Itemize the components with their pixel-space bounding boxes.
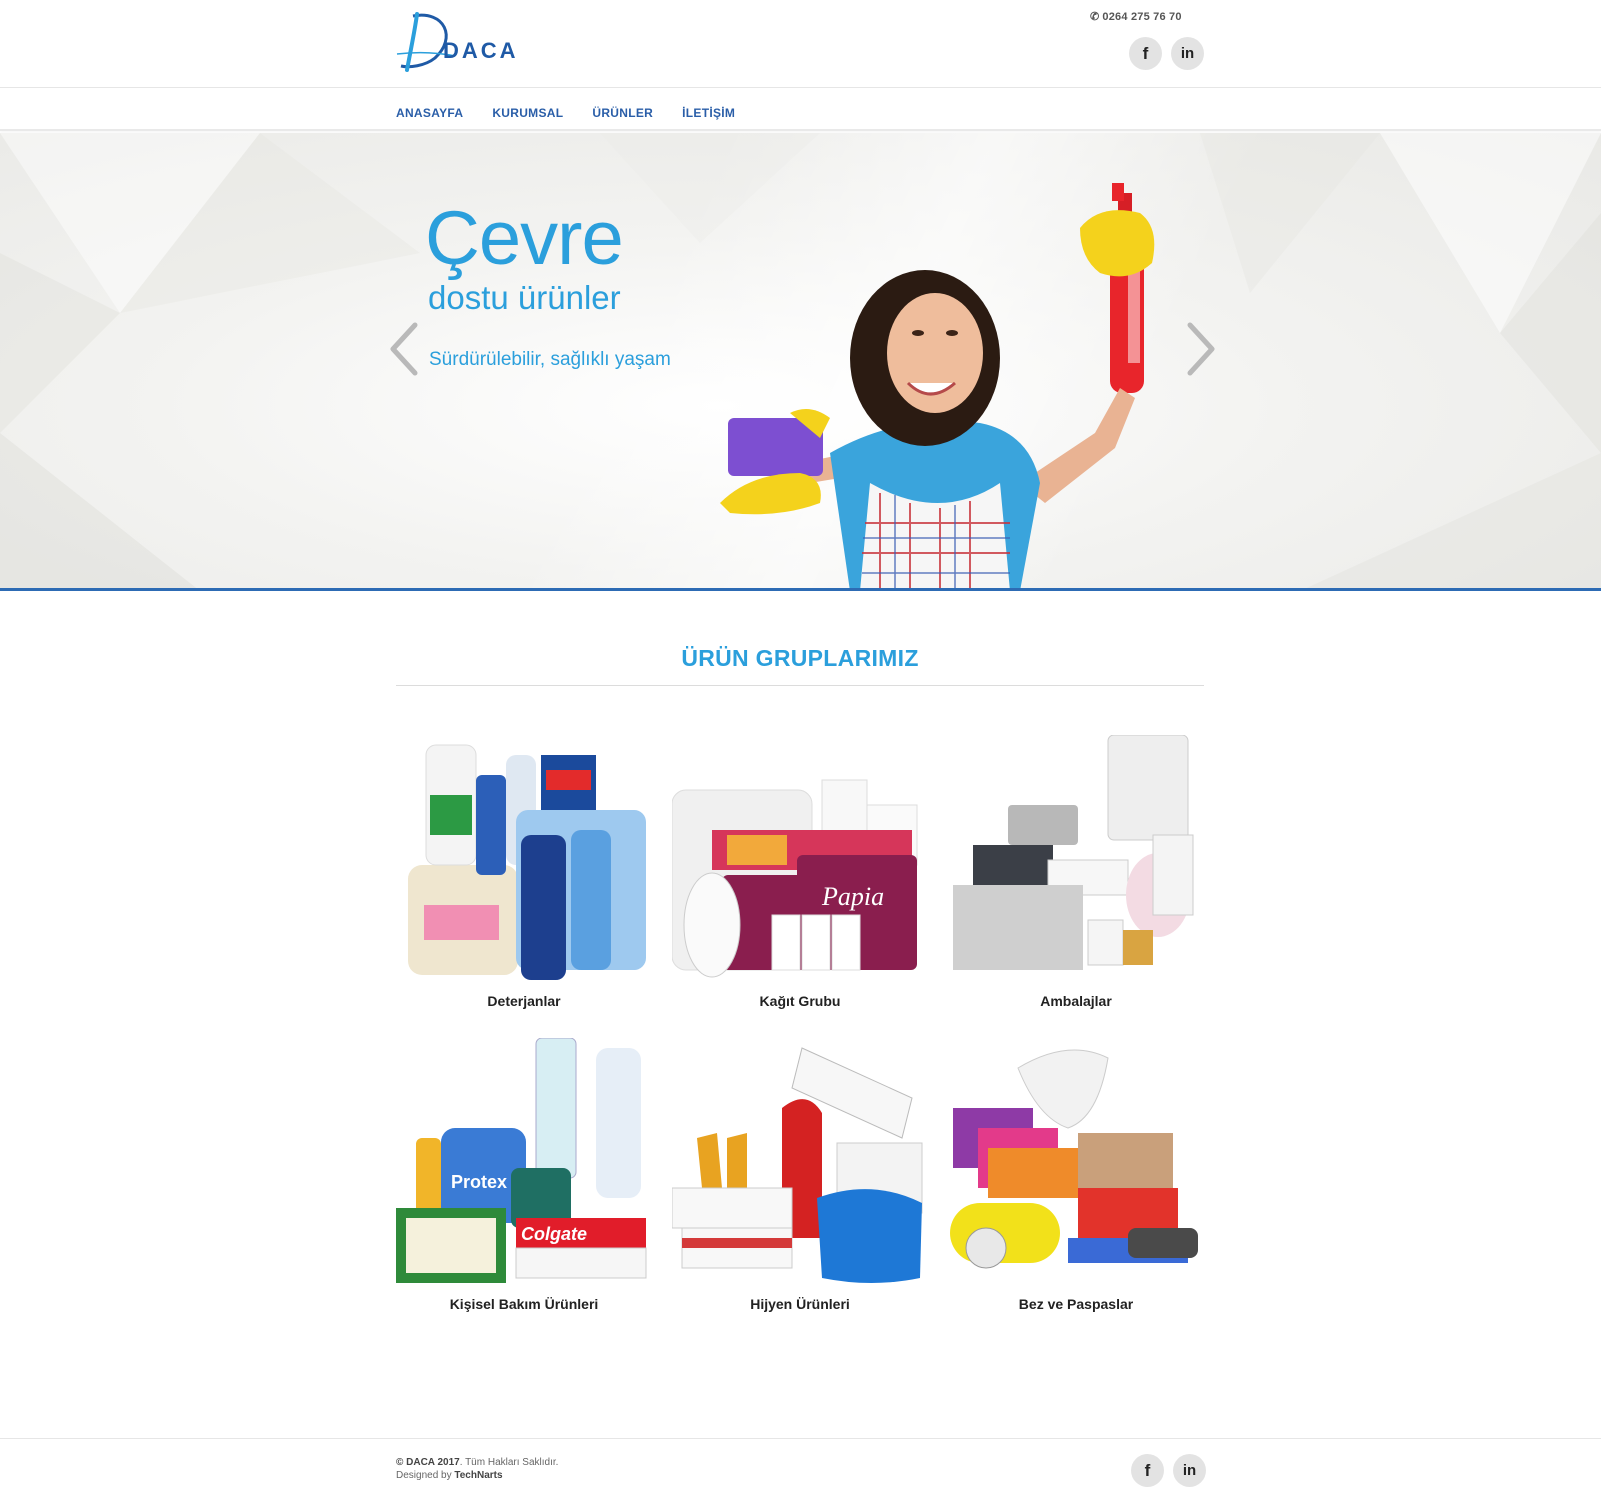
phone-number: ✆ 0264 275 76 70 <box>1090 10 1182 23</box>
svg-text:Colgate: Colgate <box>521 1224 587 1244</box>
nav-item-kurumsal[interactable]: KURUMSAL <box>492 106 563 120</box>
nav-item-iletisim[interactable]: İLETİŞİM <box>682 106 735 120</box>
personal-care-image: Protex Colgate <box>396 1037 647 1283</box>
nav-item-urunler[interactable]: ÜRÜNLER <box>592 106 653 120</box>
hero-subtitle: dostu ürünler <box>428 279 621 316</box>
product-card-deterjanlar[interactable]: Deterjanlar <box>396 735 652 1009</box>
site-logo[interactable]: DACA <box>395 8 565 74</box>
footer-social-links: f in <box>1131 1454 1206 1487</box>
product-label: Kişisel Bakım Ürünleri <box>449 1296 599 1312</box>
hero-cleaning-woman-image <box>720 183 1155 588</box>
product-card-bez-paspas[interactable]: Bez ve Paspaslar <box>948 1038 1204 1312</box>
site-footer: © DACA 2017. Tüm Hakları Saklıdır. Desig… <box>0 1438 1601 1500</box>
product-label: Deterjanlar <box>487 993 561 1009</box>
daca-logo-icon: DACA <box>396 12 519 72</box>
nav-item-anasayfa[interactable]: ANASAYFA <box>396 106 463 120</box>
product-label: Bez ve Paspaslar <box>1018 1296 1134 1312</box>
designed-by-prefix: Designed by <box>396 1470 455 1481</box>
section-title: ÜRÜN GRUPLARIMIZ <box>681 645 919 671</box>
paper-products-image: Papia <box>671 779 918 978</box>
product-label: Ambalajlar <box>1040 993 1112 1009</box>
facebook-icon[interactable]: f <box>1129 37 1162 70</box>
packaging-image <box>953 734 1194 970</box>
facebook-icon[interactable]: f <box>1131 1454 1164 1487</box>
cloths-mops-image <box>950 1049 1198 1269</box>
phone-icon: ✆ <box>1090 11 1100 23</box>
linkedin-icon[interactable]: in <box>1173 1454 1206 1487</box>
copyright: © DACA 2017. Tüm Hakları Saklıdır. Desig… <box>396 1456 558 1482</box>
product-card-hijyen[interactable]: Hijyen Ürünleri <box>671 1038 928 1312</box>
copyright-text: . Tüm Hakları Saklıdır. <box>459 1457 559 1468</box>
header-social-links: f in <box>1129 37 1204 70</box>
product-card-kisisel-bakim[interactable]: Protex Colgate Kişisel Bakım Ürünleri <box>396 1037 652 1312</box>
slider-next-chevron-icon[interactable] <box>1180 319 1220 379</box>
designer-link[interactable]: TechNarts <box>454 1470 502 1481</box>
site-header: DACA ✆ 0264 275 76 70 f in <box>0 0 1601 88</box>
svg-text:Protex: Protex <box>451 1172 507 1192</box>
section-divider <box>396 685 1204 686</box>
phone-text: 0264 275 76 70 <box>1102 11 1182 23</box>
detergents-image <box>408 744 646 980</box>
hero-tagline: Sürdürülebilir, sağlıklı yaşam <box>429 349 671 370</box>
copyright-brand: © DACA 2017 <box>396 1457 460 1468</box>
svg-text:DACA: DACA <box>443 38 519 63</box>
hero-title: Çevre <box>425 196 624 281</box>
hero-slider: Çevre dostu ürünler Sürdürülebilir, sağl… <box>0 133 1601 591</box>
hygiene-image <box>671 1047 923 1283</box>
product-label: Kağıt Grubu <box>759 993 841 1009</box>
product-card-ambalajlar[interactable]: Ambalajlar <box>948 734 1204 1009</box>
product-card-kagit-grubu[interactable]: Papia Kağıt Grubu <box>671 735 928 1009</box>
linkedin-icon[interactable]: in <box>1171 37 1204 70</box>
slider-prev-chevron-icon[interactable] <box>385 319 425 379</box>
svg-text:Papia: Papia <box>821 882 884 911</box>
product-label: Hijyen Ürünleri <box>750 1296 850 1312</box>
main-navigation: ANASAYFA KURUMSAL ÜRÜNLER İLETİŞİM <box>0 89 1601 131</box>
